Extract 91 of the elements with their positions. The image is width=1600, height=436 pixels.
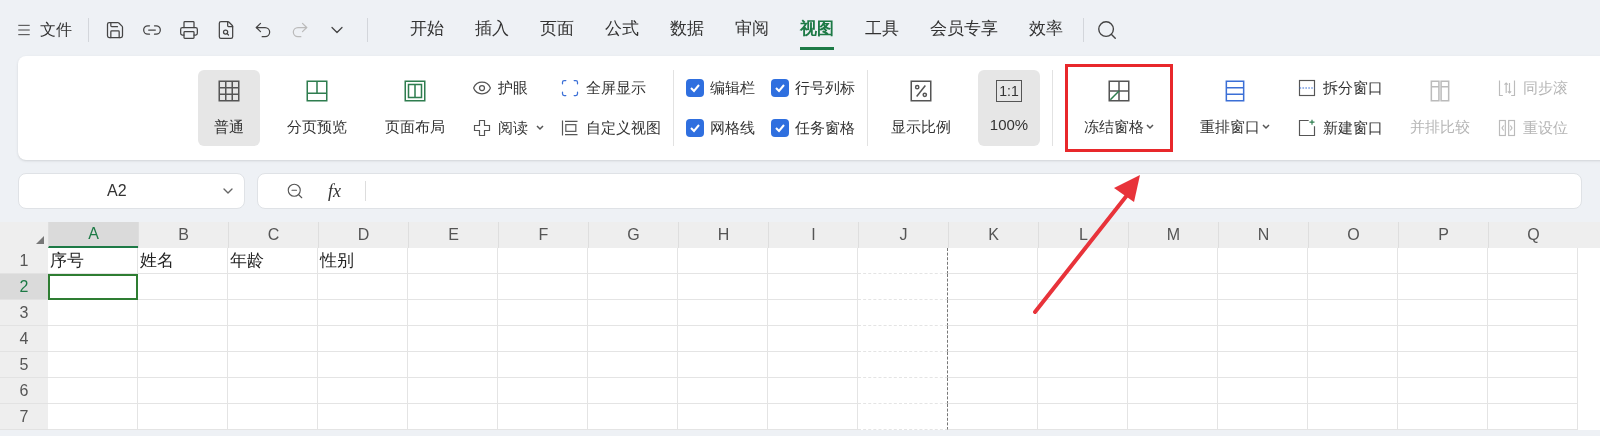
ribbon-tab[interactable]: 视图 [800,10,834,50]
undo-icon[interactable] [253,20,273,40]
reset-position-icon [1497,118,1517,138]
column-header[interactable]: N [1218,222,1308,248]
ribbon-tab[interactable]: 开始 [410,10,444,50]
ribbon-tab[interactable]: 工具 [865,10,899,50]
column-header[interactable]: P [1398,222,1488,248]
ribbon-menu-button[interactable]: 全屏显示 [560,72,661,104]
ribbon-menu-button[interactable]: 阅读 [472,112,544,144]
ribbon-button[interactable]: 普通 [198,70,260,146]
checkbox[interactable] [771,119,789,137]
select-all-icon[interactable] [36,236,44,244]
ribbon-tab[interactable]: 审阅 [735,10,769,50]
column-header[interactable]: C [228,222,318,248]
ribbon-tab[interactable]: 会员专享 [930,10,998,50]
checkbox-label: 网格线 [710,117,755,138]
checkbox[interactable] [771,79,789,97]
caret-icon [1262,124,1270,130]
check-icon [689,82,701,94]
file-menu[interactable]: 文件 [40,18,72,42]
ribbon-menu-button[interactable]: 拆分窗口 [1297,72,1383,104]
row-header[interactable]: 3 [0,300,48,326]
checkbox-label: 行号列标 [795,77,855,98]
column-header[interactable]: J [858,222,948,248]
formula-field[interactable]: fx [257,173,1582,209]
row-header[interactable]: 5 [0,352,48,378]
ribbon-menu-button[interactable]: 新建窗口 [1297,112,1383,144]
ribbon-menu-button[interactable]: 自定义视图 [560,112,661,144]
column-header[interactable]: K [948,222,1038,248]
column-header[interactable]: B [138,222,228,248]
row-header[interactable]: 7 [0,404,48,430]
caret-icon [536,125,544,131]
column-header[interactable]: E [408,222,498,248]
checkbox-label: 任务窗格 [795,117,855,138]
checkbox[interactable] [686,79,704,97]
ribbon-button[interactable]: 分页预览 [276,70,358,146]
sync-scroll-icon [1497,78,1517,98]
table-cell: 年龄 [228,248,318,274]
percent-icon [908,77,934,104]
ribbon-tab[interactable]: 公式 [605,10,639,50]
checkbox[interactable] [686,119,704,137]
zoom-out-icon[interactable] [286,182,304,200]
freeze-panes-icon [1106,77,1132,104]
ribbon-tab[interactable]: 页面 [540,10,574,50]
cross-frame-icon [472,118,492,138]
column-header[interactable]: H [678,222,768,248]
row-header[interactable]: 1 [0,248,48,274]
table-cell: 姓名 [138,248,228,274]
column-header[interactable]: F [498,222,588,248]
check-icon [774,82,786,94]
print-preview-icon[interactable] [216,20,236,40]
custom-view-icon [560,118,580,138]
print-icon[interactable] [179,20,199,40]
ratio-icon: 1:1 [996,79,1022,102]
ribbon-button[interactable]: 页面布局 [374,70,456,146]
table-cell: 性别 [318,248,408,274]
ribbon-menu-button[interactable]: 护眼 [472,72,544,104]
column-header[interactable]: D [318,222,408,248]
check-icon [774,122,786,134]
row-header[interactable]: 6 [0,378,48,404]
ribbon-button[interactable]: 1:1 100% [978,70,1040,146]
fullscreen-icon [560,78,580,98]
grid-icon [216,77,242,104]
ribbon-button[interactable]: 冻结窗格 [1065,64,1173,152]
row-header[interactable]: 4 [0,326,48,352]
page-layout-icon [402,77,428,104]
ribbon-tab[interactable]: 插入 [475,10,509,50]
name-box[interactable]: A2 [18,173,245,209]
column-header[interactable]: G [588,222,678,248]
column-header[interactable]: L [1038,222,1128,248]
new-window-icon [1297,118,1317,138]
row-header[interactable]: 2 [0,274,48,300]
check-icon [689,122,701,134]
ribbon-tab[interactable]: 效率 [1029,10,1063,50]
search-icon[interactable] [1096,19,1118,41]
function-button[interactable]: fx [328,177,341,205]
ribbon-tab[interactable]: 数据 [670,10,704,50]
checkbox-label: 编辑栏 [710,77,755,98]
table-cell: 序号 [48,248,138,274]
ribbon-button[interactable]: 重排窗口 [1189,70,1281,146]
ribbon-button[interactable]: 显示比例 [880,70,962,146]
column-header[interactable]: Q [1488,222,1578,248]
page-preview-icon [304,77,330,104]
column-header[interactable]: A [48,222,138,248]
caret-icon [1146,124,1154,130]
split-window-icon [1297,78,1317,98]
menu-icon[interactable] [16,22,32,38]
column-header[interactable]: M [1128,222,1218,248]
column-header[interactable]: I [768,222,858,248]
column-header[interactable]: O [1308,222,1398,248]
save-icon[interactable] [105,20,125,40]
